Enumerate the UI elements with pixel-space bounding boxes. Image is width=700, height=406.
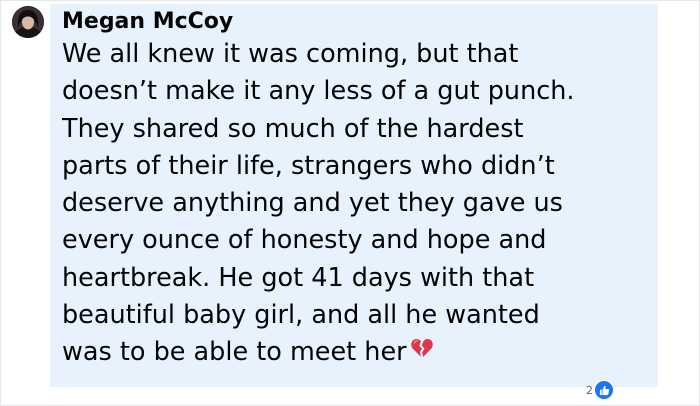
comment-line: We all knew it was coming, but that (62, 39, 519, 69)
comment-line: heartbreak. He got 41 days with that (62, 262, 535, 293)
profile-photo (12, 6, 44, 38)
comment-line: deserve anything and yet they gave us (62, 188, 563, 219)
comment-line: They shared so much of the hardest (62, 113, 524, 144)
comment-line-text: was to be able to meet her (62, 337, 407, 368)
comment-line: doesn’t make it any less of a gut punch. (62, 76, 575, 107)
comment-bubble: Megan McCoy We all knew it was coming, b… (50, 4, 658, 387)
reaction-count: 2 (586, 383, 593, 397)
broken-heart-icon (410, 332, 433, 369)
avatar[interactable] (12, 6, 44, 38)
comment-line: every ounce of honesty and hope and (62, 225, 547, 256)
comment-author-name[interactable]: Megan McCoy (62, 9, 233, 35)
comment-line: parts of their life, strangers who didn’… (62, 150, 555, 181)
comment-line: beautiful baby girl, and all he wanted (62, 300, 540, 331)
comment-body: We all knew it was coming, but that does… (62, 36, 652, 372)
like-icon (594, 380, 614, 400)
reaction-summary[interactable]: 2 (586, 380, 614, 400)
comment-last-line: was to be able to meet her (62, 334, 652, 372)
